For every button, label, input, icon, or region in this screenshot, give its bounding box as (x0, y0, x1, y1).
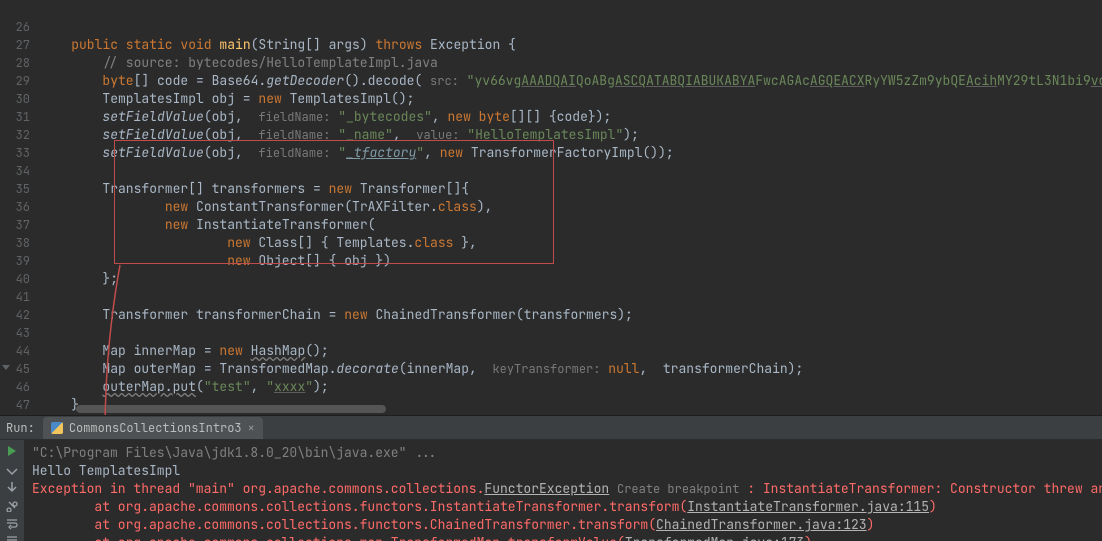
gutter-line-number[interactable]: 43 (0, 324, 30, 342)
code-line[interactable]: outerMap.put("test", "xxxx"); (36, 378, 1102, 396)
gutter-line-number[interactable]: 38 (0, 234, 30, 252)
code-line[interactable]: new ConstantTransformer(TrAXFilter.class… (36, 198, 1102, 216)
code-line[interactable]: }; (36, 270, 1102, 288)
code-line[interactable] (36, 288, 1102, 306)
stacktrace-link[interactable]: FunctorException (484, 480, 609, 497)
gutter-line-number[interactable]: 31 (0, 108, 30, 126)
console-line: at org.apache.commons.collections.functo… (32, 516, 1094, 534)
gutter-line-number[interactable]: 27 (0, 36, 30, 54)
run-config-icon (51, 422, 63, 434)
console-line: at org.apache.commons.collections.map.Tr… (32, 534, 1094, 541)
soft-wrap-button[interactable] (3, 516, 21, 530)
console-line: at org.apache.commons.collections.functo… (32, 498, 1094, 516)
run-config-title: CommonsCollectionsIntro3 (69, 419, 242, 437)
run-tool-window-label: Run: (6, 419, 35, 437)
console-line: Hello TemplatesImpl (32, 462, 1094, 480)
gutter-line-number[interactable]: 41 (0, 288, 30, 306)
gutter-line-number[interactable]: 37 (0, 216, 30, 234)
code-line[interactable]: public static void main(String[] args) t… (36, 36, 1102, 54)
stop-button[interactable] (3, 462, 21, 476)
gutter-line-number[interactable]: 40 (0, 270, 30, 288)
gutter-line-number[interactable]: 26 (0, 18, 30, 36)
gutter-line-number[interactable]: 42 (0, 306, 30, 324)
stacktrace-link[interactable]: InstantiateTransformer.java:115 (687, 498, 929, 515)
gutter-line-number[interactable]: 47 (0, 396, 30, 414)
gutter-line-number[interactable]: 35 (0, 180, 30, 198)
editor-code-area[interactable]: public static void main(String[] args) t… (36, 0, 1102, 415)
stacktrace-link[interactable]: ChainedTransformer.java:123 (656, 516, 867, 533)
code-line[interactable]: Map outerMap = TransformedMap.decorate(i… (36, 360, 1102, 378)
gutter-line-number[interactable]: 28 (0, 54, 30, 72)
code-line[interactable]: new Class[] { Templates.class }, (36, 234, 1102, 252)
code-line[interactable]: new Object[] { obj }) (36, 252, 1102, 270)
console-line: "C:\Program Files\Java\jdk1.8.0_20\bin\j… (32, 444, 1094, 462)
code-line[interactable] (36, 324, 1102, 342)
settings-button[interactable] (3, 498, 21, 512)
editor-horizontal-scrollbar[interactable] (76, 405, 476, 413)
gutter-line-number[interactable]: 44 (0, 342, 30, 360)
code-line[interactable]: // source: bytecodes/HelloTemplateImpl.j… (36, 54, 1102, 72)
code-line[interactable]: Map innerMap = new HashMap(); (36, 342, 1102, 360)
gutter-line-number[interactable]: 34 (0, 162, 30, 180)
editor-scroll-thumb[interactable] (76, 405, 386, 413)
code-line[interactable]: setFieldValue(obj, fieldName: "_bytecode… (36, 108, 1102, 126)
editor-gutter[interactable]: 2526272829303132333435363738394041424344… (0, 0, 36, 415)
code-line[interactable]: Transformer[] transformers = new Transfo… (36, 180, 1102, 198)
close-tab-icon[interactable]: × (248, 419, 255, 437)
gutter-line-number[interactable]: 32 (0, 126, 30, 144)
run-tool-window: Run: CommonsCollectionsIntro3 × (0, 416, 1102, 541)
console-line: Exception in thread "main" org.apache.co… (32, 480, 1094, 498)
code-line[interactable]: TemplatesImpl obj = new TemplatesImpl(); (36, 90, 1102, 108)
gutter-line-number[interactable]: 33 (0, 144, 30, 162)
gutter-line-number[interactable]: 30 (0, 90, 30, 108)
console-output[interactable]: "C:\Program Files\Java\jdk1.8.0_20\bin\j… (24, 440, 1102, 541)
run-side-toolbar (0, 440, 24, 541)
code-line[interactable]: setFieldValue(obj, fieldName: "_tfactory… (36, 144, 1102, 162)
run-tool-window-header: Run: CommonsCollectionsIntro3 × (0, 416, 1102, 440)
rerun-button[interactable] (3, 444, 21, 458)
code-line[interactable]: Transformer transformerChain = new Chain… (36, 306, 1102, 324)
gutter-line-number[interactable]: 46 (0, 378, 30, 396)
scroll-to-stack-button[interactable] (3, 534, 21, 541)
code-line[interactable] (36, 162, 1102, 180)
create-breakpoint-link[interactable]: Create breakpoint (617, 481, 739, 497)
gutter-line-number[interactable]: 29 (0, 72, 30, 90)
code-line[interactable]: new InstantiateTransformer( (36, 216, 1102, 234)
gutter-line-number[interactable]: 39 (0, 252, 30, 270)
run-config-tab[interactable]: CommonsCollectionsIntro3 × (43, 417, 263, 439)
code-line[interactable]: byte[] code = Base64.getDecoder().decode… (36, 72, 1102, 90)
gutter-line-number[interactable]: 36 (0, 198, 30, 216)
code-editor[interactable]: 2526272829303132333435363738394041424344… (0, 0, 1102, 415)
gutter-line-number[interactable]: 45 (0, 360, 30, 378)
code-line[interactable]: setFieldValue(obj, fieldName: "_name", v… (36, 126, 1102, 144)
stacktrace-link[interactable]: TransformedMap.java:173 (625, 534, 804, 541)
down-button[interactable] (3, 480, 21, 494)
